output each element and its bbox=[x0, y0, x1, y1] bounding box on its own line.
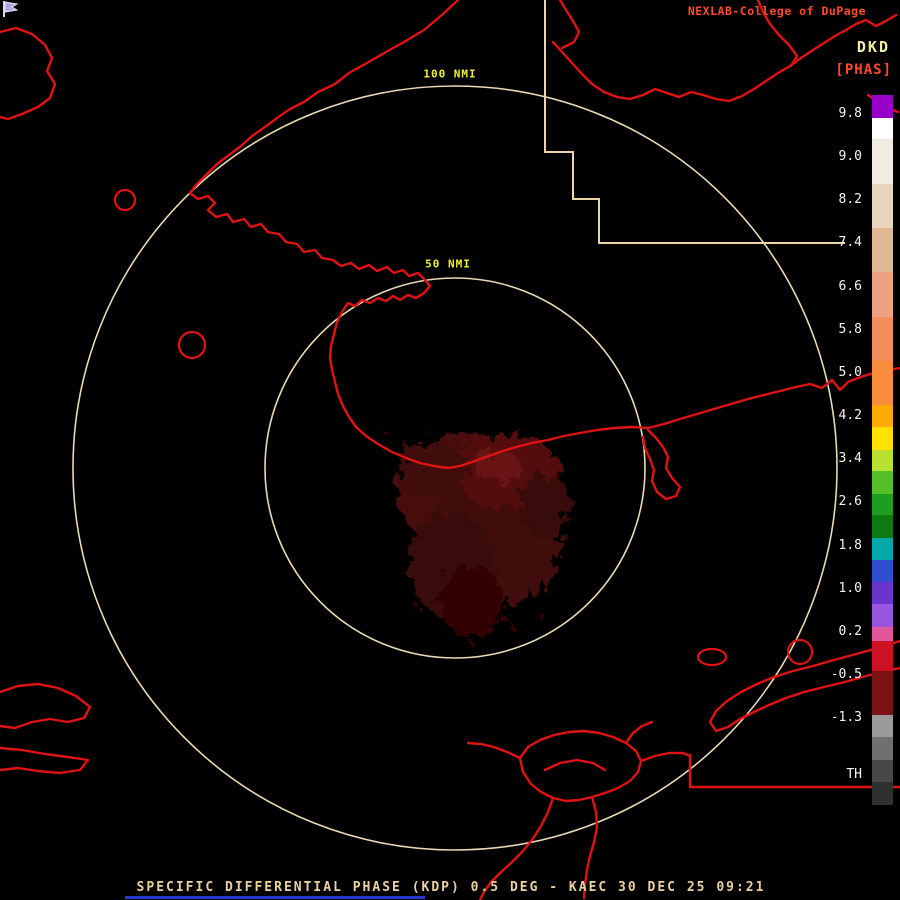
colorbar-segment bbox=[872, 227, 893, 273]
colorbar-segment bbox=[872, 759, 893, 783]
colorbar-segment bbox=[872, 559, 893, 583]
colorbar-segment bbox=[872, 183, 893, 228]
colorbar-segment bbox=[872, 471, 893, 494]
estuary-offshoot-path bbox=[624, 720, 654, 745]
colorbar-tick-label: 3.4 bbox=[838, 451, 862, 467]
cod-logo-icon bbox=[3, 1, 19, 17]
peninsula-path bbox=[641, 428, 682, 501]
colorbar-segment bbox=[872, 782, 893, 806]
colorbar-segment bbox=[872, 604, 893, 627]
colorbar-tick-label: 5.0 bbox=[838, 364, 862, 380]
colorbar-segment bbox=[872, 715, 893, 738]
colorbar-segment bbox=[872, 538, 893, 560]
estuary-outline-path bbox=[518, 729, 643, 803]
island-circle-southwest bbox=[177, 330, 207, 360]
southwest-shore-path bbox=[0, 682, 92, 730]
colorbar-segment bbox=[872, 493, 893, 516]
colorbar-segment bbox=[872, 641, 893, 672]
colorbar-tick-label: 1.0 bbox=[838, 580, 862, 596]
island-circle-west bbox=[113, 188, 137, 212]
island-oval bbox=[696, 647, 728, 667]
colorbar-segment bbox=[872, 95, 893, 118]
northwest-island-path bbox=[0, 26, 57, 121]
colorbar-labels: 9.8 9.0 8.2 7.4 6.6 5.8 5.0 4.2 3.4 2.6 1.8 1.0 0.2 -… bbox=[818, 0, 862, 900]
bottom-accent-line bbox=[125, 896, 425, 899]
island-circle-east bbox=[786, 638, 814, 666]
colorbar-tick-label: 8.2 bbox=[838, 192, 862, 208]
colorbar-tick-label: -0.5 bbox=[830, 666, 862, 682]
colorbar-segment bbox=[872, 582, 893, 605]
estuary-link-east-path bbox=[639, 751, 692, 763]
estuary-inner-path bbox=[543, 758, 607, 772]
colorbar-segment bbox=[872, 360, 893, 406]
southwest-river-path bbox=[0, 746, 90, 775]
range-ring-label-100nmi: 100 NMI bbox=[420, 67, 480, 81]
colorbar-tick-label: 6.6 bbox=[838, 278, 862, 294]
colorbar-tick-label: 5.8 bbox=[838, 321, 862, 337]
colorbar-segment bbox=[872, 449, 893, 472]
radar-map-canvas bbox=[0, 0, 900, 900]
county-border-path bbox=[544, 0, 845, 244]
river-branch-path bbox=[558, 0, 581, 50]
estuary-link-west-path bbox=[466, 741, 522, 760]
colorbar-segment bbox=[872, 272, 893, 317]
colorbar-tick-label: 2.6 bbox=[838, 494, 862, 510]
colorbar-segment bbox=[872, 737, 893, 760]
colorbar-segment bbox=[872, 405, 893, 427]
colorbar-tick-label: 4.2 bbox=[838, 408, 862, 424]
colorbar-segment bbox=[872, 671, 893, 716]
colorbar-segment bbox=[872, 139, 893, 184]
colorbar-segment bbox=[872, 316, 893, 361]
colorbar-tick-label: 7.4 bbox=[838, 235, 862, 251]
colorbar-segment bbox=[872, 117, 893, 140]
colorbar-segment bbox=[872, 515, 893, 539]
colorbar bbox=[872, 95, 893, 806]
product-caption: SPECIFIC DIFFERENTIAL PHASE (KDP) 0.5 DE… bbox=[136, 880, 766, 895]
county-border-bottom-path bbox=[688, 753, 900, 789]
colorbar-segment bbox=[872, 426, 893, 450]
colorbar-tick-label: -1.3 bbox=[830, 710, 862, 726]
colorbar-tick-label: TH bbox=[846, 767, 862, 783]
colorbar-tick-label: 0.2 bbox=[838, 623, 862, 639]
colorbar-tick-label: 9.0 bbox=[838, 149, 862, 165]
radar-display: NEXLAB-College of DuPage DKD [PHAS] 100 … bbox=[0, 0, 900, 900]
range-ring-label-50nmi: 50 NMI bbox=[422, 257, 474, 271]
colorbar-segment bbox=[872, 626, 893, 642]
colorbar-tick-label: 9.8 bbox=[838, 106, 862, 121]
colorbar-tick-label: 1.8 bbox=[838, 537, 862, 553]
